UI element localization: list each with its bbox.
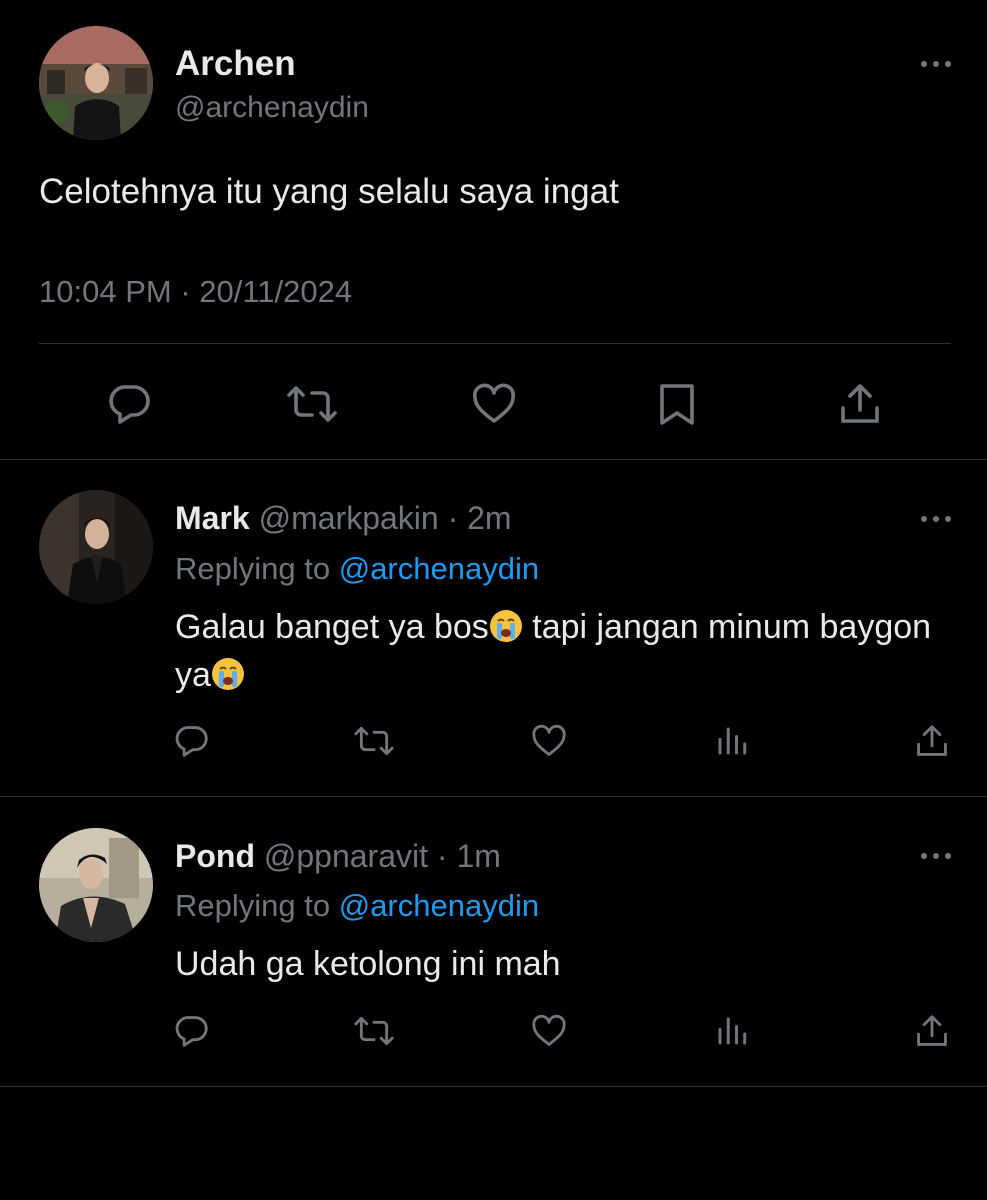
like-icon[interactable] (530, 722, 568, 760)
reply-text: Galau banget ya bos tapi jangan minum ba… (175, 603, 935, 699)
reply-icon[interactable] (173, 1012, 211, 1050)
replying-label: Replying to (175, 888, 331, 923)
replying-to: Replying to @archenaydin (175, 551, 539, 587)
divider (0, 459, 987, 460)
share-icon[interactable] (913, 1012, 951, 1050)
author-handle[interactable]: @archenaydin (175, 91, 369, 125)
mention-link[interactable]: @archenaydin (339, 551, 539, 586)
reply-text: Udah ga ketolong ini mah (175, 945, 561, 983)
retweet-icon[interactable] (286, 380, 338, 428)
retweet-icon[interactable] (353, 1012, 395, 1050)
reply-avatar[interactable] (39, 490, 153, 604)
tweet-timestamp[interactable]: 10:04 PM · 20/11/2024 (39, 274, 352, 310)
more-options-icon[interactable] (919, 850, 953, 862)
replying-to: Replying to @archenaydin (175, 888, 539, 924)
share-icon[interactable] (913, 722, 951, 760)
reply-author-handle[interactable]: @ppnaravit (264, 838, 428, 874)
divider (39, 343, 951, 344)
loudly-crying-face-icon (489, 609, 523, 643)
retweet-icon[interactable] (353, 722, 395, 760)
replying-label: Replying to (175, 551, 331, 586)
like-icon[interactable] (530, 1012, 568, 1050)
like-icon[interactable] (470, 380, 518, 428)
reply-header: Pond @ppnaravit · 1m (175, 838, 501, 875)
reply-author-name[interactable]: Mark (175, 500, 250, 536)
share-icon[interactable] (836, 380, 884, 428)
views-icon[interactable] (714, 722, 750, 760)
reply-icon[interactable] (106, 380, 154, 428)
reply-avatar[interactable] (39, 828, 153, 942)
more-options-icon[interactable] (919, 58, 953, 70)
loudly-crying-face-icon (211, 657, 245, 691)
reply-header: Mark @markpakin · 2m (175, 500, 512, 537)
divider (0, 796, 987, 797)
reply-author-handle[interactable]: @markpakin (259, 500, 439, 536)
reply-author-name[interactable]: Pond (175, 838, 255, 874)
mention-link[interactable]: @archenaydin (339, 888, 539, 923)
divider (0, 1086, 987, 1087)
reply-icon[interactable] (173, 722, 211, 760)
reply-time[interactable]: · 1m (437, 838, 501, 874)
views-icon[interactable] (714, 1012, 750, 1050)
author-name[interactable]: Archen (175, 44, 296, 84)
bookmark-icon[interactable] (654, 380, 700, 428)
tweet-text: Celotehnya itu yang selalu saya ingat (39, 172, 619, 211)
more-options-icon[interactable] (919, 513, 953, 525)
reply-text-part: Galau banget ya bos (175, 608, 489, 646)
reply-time[interactable]: · 2m (448, 500, 512, 536)
author-avatar[interactable] (39, 26, 153, 140)
